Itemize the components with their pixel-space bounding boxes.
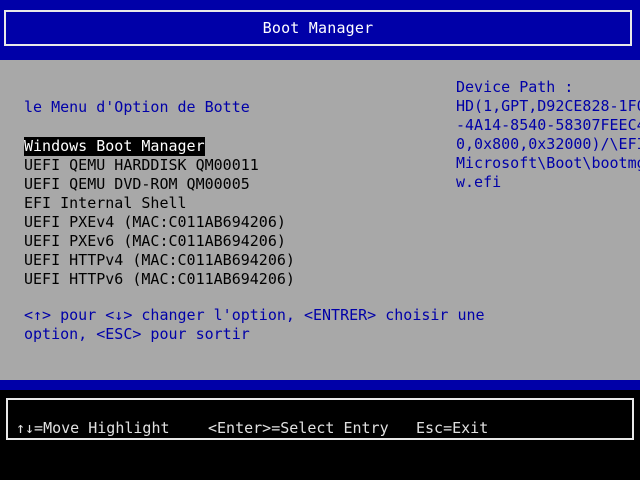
device-path-line: -4A14-8540-58307FEEC4B bbox=[456, 116, 640, 134]
title-bar: Boot Manager bbox=[4, 10, 632, 46]
boot-entry-list: Windows Boot Manager UEFI QEMU HARDDISK … bbox=[24, 136, 295, 289]
move-highlight-hint: ↑↓=Move Highlight bbox=[16, 419, 170, 437]
boot-entry-pxev4[interactable]: UEFI PXEv4 (MAC:C011AB694206) bbox=[24, 213, 295, 232]
device-path-line: w.efi bbox=[456, 173, 502, 191]
boot-entry-efi-shell[interactable]: EFI Internal Shell bbox=[24, 194, 295, 213]
footer-bar: ↑↓=Move Highlight <Enter>=Select Entry E… bbox=[0, 390, 640, 456]
bottom-strip bbox=[0, 456, 640, 480]
page-title: Boot Manager bbox=[262, 19, 374, 37]
boot-entry-httpv4[interactable]: UEFI HTTPv4 (MAC:C011AB694206) bbox=[24, 251, 295, 270]
boot-entry-httpv6[interactable]: UEFI HTTPv6 (MAC:C011AB694206) bbox=[24, 270, 295, 289]
device-path-value: HD(1,GPT,D92CE828-1F0E -4A14-8540-58307F… bbox=[456, 97, 640, 192]
device-path-line: 0,0x800,0x32000)/\EFI\ bbox=[456, 135, 640, 153]
help-line-2: option, <ESC> pour sortir bbox=[24, 325, 250, 343]
boot-entry-label: Windows Boot Manager bbox=[24, 137, 205, 156]
boot-entry-pxev6[interactable]: UEFI PXEv6 (MAC:C011AB694206) bbox=[24, 232, 295, 251]
boot-entry-windows-boot-manager[interactable]: Windows Boot Manager bbox=[24, 136, 295, 156]
boot-manager-screen: Boot Manager le Menu d'Option de Botte W… bbox=[0, 0, 640, 480]
select-entry-hint: <Enter>=Select Entry bbox=[208, 419, 389, 437]
exit-hint: Esc=Exit bbox=[416, 419, 489, 437]
device-path-line: HD(1,GPT,D92CE828-1F0E bbox=[456, 97, 640, 115]
main-panel: le Menu d'Option de Botte Windows Boot M… bbox=[0, 60, 640, 380]
device-path-line: Microsoft\Boot\bootmgf bbox=[456, 154, 640, 172]
help-text: <↑> pour <↓> changer l'option, <ENTRER> … bbox=[24, 306, 485, 344]
boot-entry-harddisk[interactable]: UEFI QEMU HARDDISK QM00011 bbox=[24, 156, 295, 175]
help-line-1: <↑> pour <↓> changer l'option, <ENTRER> … bbox=[24, 306, 485, 324]
device-path-label: Device Path : bbox=[456, 78, 574, 96]
menu-heading: le Menu d'Option de Botte bbox=[24, 98, 250, 116]
boot-entry-dvd-rom[interactable]: UEFI QEMU DVD-ROM QM00005 bbox=[24, 175, 295, 194]
